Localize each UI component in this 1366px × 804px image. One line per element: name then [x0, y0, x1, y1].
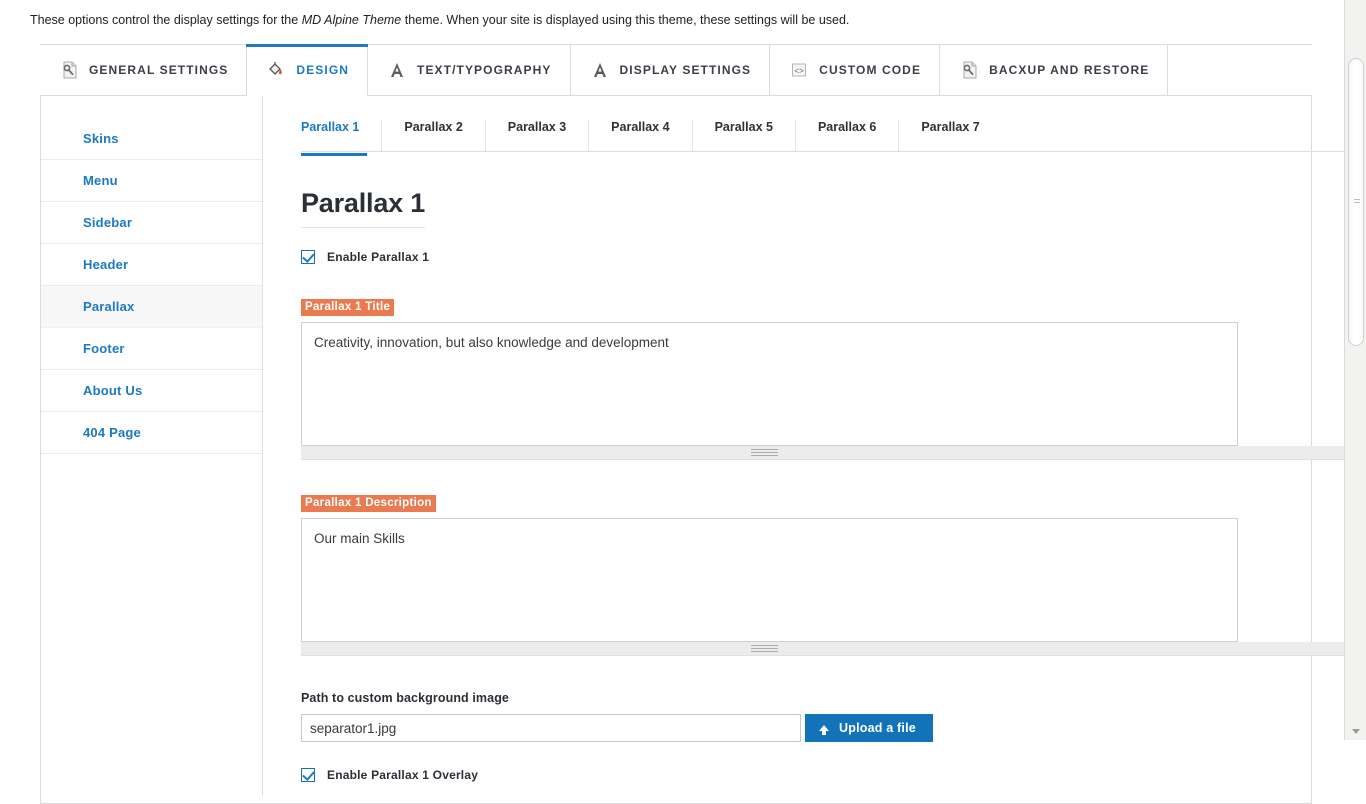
enable-parallax-row: Enable Parallax 1	[301, 250, 1366, 264]
subtab-parallax-1[interactable]: Parallax 1	[301, 120, 382, 151]
sidebar-item-label: Menu	[83, 173, 118, 188]
intro-text-before: These options control the display settin…	[30, 13, 302, 27]
textarea-drag-bar[interactable]	[301, 446, 1366, 460]
parallax-description-group: Parallax 1 Description Our main Skills	[301, 460, 1366, 656]
parallax-description-textarea[interactable]: Our main Skills	[301, 518, 1238, 642]
sidebar-item-label: Footer	[83, 341, 125, 356]
upload-arrow-icon	[819, 725, 829, 731]
tab-label: CUSTOM CODE	[819, 63, 921, 77]
tab-text-typography[interactable]: TEXT/TYPOGRAPHY	[368, 45, 571, 96]
page-description: These options control the display settin…	[30, 13, 849, 27]
tab-custom-code[interactable]: <> CUSTOM CODE	[770, 45, 940, 96]
page-scrollbar[interactable]	[1344, 0, 1366, 740]
sidebar-item-label: About Us	[83, 383, 142, 398]
font-letter-icon	[591, 60, 609, 80]
wrench-document-icon	[60, 60, 78, 80]
scrollbar-thumb[interactable]	[1348, 58, 1364, 346]
design-sidebar: Skins Menu Sidebar Header Parallax Foote…	[41, 96, 263, 796]
sidebar-item-label: 404 Page	[83, 425, 141, 440]
subtab-label: Parallax 6	[818, 120, 876, 134]
sidebar-item-about-us[interactable]: About Us	[41, 370, 262, 412]
background-image-label: Path to custom background image	[301, 691, 1366, 705]
subtab-label: Parallax 4	[611, 120, 669, 134]
enable-overlay-checkbox[interactable]	[301, 768, 315, 782]
sidebar-item-404-page[interactable]: 404 Page	[41, 412, 262, 454]
subtab-label: Parallax 7	[921, 120, 979, 134]
background-image-input[interactable]: separator1.jpg	[301, 714, 801, 742]
drag-grip-icon	[751, 449, 778, 457]
subtab-parallax-3[interactable]: Parallax 3	[486, 120, 589, 151]
paint-bucket-icon	[267, 60, 285, 80]
main-tabbar: GENERAL SETTINGS DESIGN TEXT/TYPOGRAPHY	[40, 44, 1312, 95]
parallax-description-label: Parallax 1 Description	[301, 495, 436, 512]
wrench-document-icon	[960, 60, 978, 80]
subtab-label: Parallax 2	[404, 120, 462, 134]
parallax-subtabbar: Parallax 1 Parallax 2 Parallax 3 Paralla…	[301, 120, 1366, 152]
tab-general-settings[interactable]: GENERAL SETTINGS	[40, 45, 247, 96]
settings-body: Skins Menu Sidebar Header Parallax Foote…	[41, 96, 1311, 796]
sidebar-item-parallax[interactable]: Parallax	[41, 286, 262, 328]
sidebar-item-header[interactable]: Header	[41, 244, 262, 286]
parallax-title-textarea[interactable]: Creativity, innovation, but also knowled…	[301, 322, 1238, 446]
font-letter-icon	[388, 60, 406, 80]
tab-label: GENERAL SETTINGS	[89, 63, 228, 77]
sidebar-item-label: Header	[83, 257, 128, 272]
parallax-title-group: Parallax 1 Title Creativity, innovation,…	[301, 264, 1366, 460]
theme-name: MD Alpine Theme	[302, 13, 402, 27]
subtab-parallax-4[interactable]: Parallax 4	[589, 120, 692, 151]
subtab-label: Parallax 3	[508, 120, 566, 134]
tab-label: BACXUP AND RESTORE	[989, 63, 1149, 77]
parallax-title-label: Parallax 1 Title	[301, 299, 394, 316]
upload-button-label: Upload a file	[839, 721, 916, 735]
tab-display-settings[interactable]: DISPLAY SETTINGS	[571, 45, 771, 96]
scrollbar-grip-icon	[1354, 199, 1360, 205]
tabbar-filler	[1168, 45, 1312, 96]
subtab-label: Parallax 5	[715, 120, 773, 134]
parallax-description-textarea-wrap: Our main Skills	[301, 518, 1366, 656]
upload-a-file-button[interactable]: Upload a file	[805, 714, 933, 742]
tab-label: DESIGN	[296, 63, 349, 77]
enable-overlay-label: Enable Parallax 1 Overlay	[327, 768, 478, 782]
page-title: Parallax 1	[301, 188, 425, 228]
sidebar-item-label: Skins	[83, 131, 119, 146]
code-brackets-icon: <>	[790, 60, 808, 80]
sidebar-item-menu[interactable]: Menu	[41, 160, 262, 202]
drag-grip-icon	[751, 645, 778, 653]
enable-parallax-checkbox[interactable]	[301, 250, 315, 264]
parallax-title-textarea-wrap: Creativity, innovation, but also knowled…	[301, 322, 1366, 460]
enable-overlay-row: Enable Parallax 1 Overlay	[301, 768, 1366, 782]
chevron-down-icon	[1352, 729, 1360, 734]
enable-parallax-label: Enable Parallax 1	[327, 250, 429, 264]
tab-backup-and-restore[interactable]: BACXUP AND RESTORE	[940, 45, 1168, 96]
svg-text:<>: <>	[794, 68, 804, 77]
parallax-settings-content: Parallax 1 Parallax 2 Parallax 3 Paralla…	[263, 96, 1366, 796]
subtab-parallax-6[interactable]: Parallax 6	[796, 120, 899, 151]
sidebar-item-sidebar[interactable]: Sidebar	[41, 202, 262, 244]
sidebar-item-skins[interactable]: Skins	[41, 118, 262, 160]
sidebar-item-label: Parallax	[83, 299, 134, 314]
tab-label: TEXT/TYPOGRAPHY	[417, 63, 552, 77]
subtab-parallax-5[interactable]: Parallax 5	[693, 120, 796, 151]
sidebar-item-footer[interactable]: Footer	[41, 328, 262, 370]
intro-text-after: theme. When your site is displayed using…	[401, 13, 849, 27]
background-image-row: separator1.jpg Upload a file	[301, 714, 1366, 742]
subtab-label: Parallax 1	[301, 120, 359, 134]
subtab-parallax-7[interactable]: Parallax 7	[899, 120, 1001, 151]
background-image-group: Path to custom background image separato…	[301, 691, 1366, 742]
scrollbar-down-button[interactable]	[1345, 722, 1366, 740]
textarea-drag-bar[interactable]	[301, 642, 1366, 656]
subtab-parallax-2[interactable]: Parallax 2	[382, 120, 485, 151]
sidebar-item-label: Sidebar	[83, 215, 132, 230]
tab-label: DISPLAY SETTINGS	[620, 63, 752, 77]
tab-design[interactable]: DESIGN	[247, 45, 368, 96]
page-title-wrap: Parallax 1	[301, 152, 1366, 228]
